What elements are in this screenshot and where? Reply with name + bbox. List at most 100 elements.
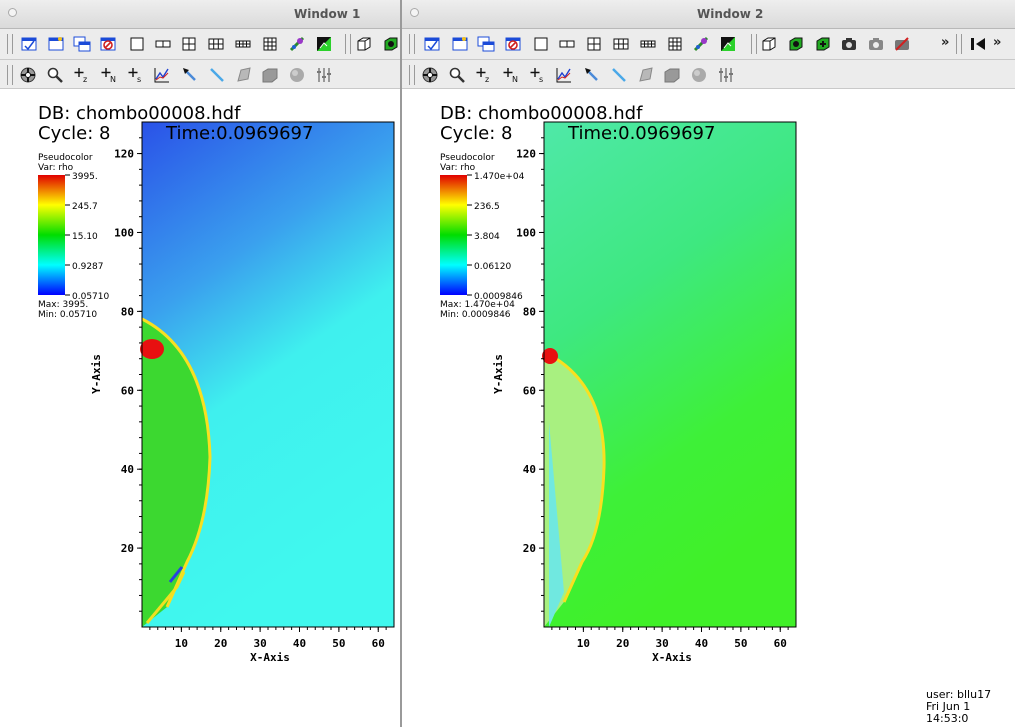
point-tool-icon[interactable] (582, 65, 602, 85)
lock-view-icon[interactable] (691, 34, 711, 54)
layout-1x2-icon[interactable] (557, 34, 577, 54)
db-label: DB: chombo00008.hdf (38, 103, 241, 124)
navigate-icon[interactable] (420, 65, 440, 85)
legend-plot-type: Pseudocolor (38, 153, 93, 163)
toolbar-grip[interactable] (751, 34, 757, 54)
box-tool-icon[interactable] (260, 65, 280, 85)
reset-view-icon[interactable] (381, 34, 400, 54)
svg-text:s: s (137, 75, 141, 84)
user-info: user: bllu17 Fri Jun 1 14:53:0 (926, 689, 1015, 725)
zone-pick-icon[interactable]: z (474, 65, 494, 85)
more-icon[interactable]: » (941, 35, 949, 50)
node-pick-icon[interactable]: N (501, 65, 521, 85)
zoom-icon[interactable] (45, 65, 65, 85)
point-tool-icon[interactable] (180, 65, 200, 85)
spreadsheet-pick-icon[interactable]: s (126, 65, 146, 85)
axis-restrict-icon[interactable] (314, 65, 334, 85)
plane-tool-icon[interactable] (234, 65, 254, 85)
close-icon[interactable] (8, 8, 17, 17)
layout-2x3-icon[interactable] (206, 34, 226, 54)
undo-view-icon[interactable] (839, 34, 859, 54)
zoom-icon[interactable] (447, 65, 467, 85)
line-tool-icon[interactable] (609, 65, 629, 85)
colorbar-label: 1.470e+04 (474, 172, 525, 182)
toolbar-grip[interactable] (7, 65, 13, 85)
layout-3x3-icon[interactable] (665, 34, 685, 54)
toolbar-grip[interactable] (956, 34, 962, 54)
svg-text:N: N (512, 75, 518, 84)
layout-2x2-icon[interactable] (179, 34, 199, 54)
window-1-viewport[interactable]: 10 20 30 40 50 60 20 40 60 80 100 120 X-Axis Y-Axis DB… (0, 89, 400, 727)
window-1-titlebar[interactable]: Window 1 (0, 0, 400, 29)
layout-2x4-icon[interactable] (638, 34, 658, 54)
window-2-title: Window 2 (697, 7, 764, 21)
layout-3x3-icon[interactable] (260, 34, 280, 54)
layout-1x1-icon[interactable] (127, 34, 147, 54)
spin-icon[interactable] (892, 34, 912, 54)
copy-icon[interactable] (476, 34, 496, 54)
box-3d-icon[interactable] (354, 34, 374, 54)
y-tick-label: 40 (121, 463, 134, 476)
layout-2x4-icon[interactable] (233, 34, 253, 54)
new-window-icon[interactable] (19, 34, 39, 54)
clear-icon[interactable] (46, 34, 66, 54)
clear-icon[interactable] (450, 34, 470, 54)
time-label: Time:0.0969697 (165, 123, 313, 144)
lock-view-icon[interactable] (287, 34, 307, 54)
reset-view-icon[interactable] (786, 34, 806, 54)
legend-max: Max: 3995. (38, 300, 88, 310)
lineout-icon[interactable] (554, 65, 574, 85)
legend-var: Var: rho (38, 163, 74, 173)
y-axis-label: Y-Axis (492, 354, 505, 394)
window-2-viewport[interactable]: 10 20 30 40 50 60 20 40 60 80 100 120 X-Axis Y-Axis DB… (402, 89, 1015, 727)
sphere-tool-icon[interactable] (287, 65, 307, 85)
window-2-titlebar[interactable]: Window 2 (402, 0, 1015, 29)
toolbar-grip[interactable] (409, 34, 415, 54)
axis-restrict-icon[interactable] (716, 65, 736, 85)
colorbar-label: 236.5 (474, 202, 500, 212)
toolbar-grip[interactable] (409, 65, 415, 85)
box-3d-icon[interactable] (759, 34, 779, 54)
window-2-toolbar-row1: » » (402, 29, 1015, 60)
more-icon-2[interactable]: » (993, 35, 1001, 50)
svg-text:N: N (110, 75, 116, 84)
toolbar-grip[interactable] (7, 34, 13, 54)
layout-2x2-icon[interactable] (584, 34, 604, 54)
anim-back-icon[interactable] (968, 34, 988, 54)
sphere-tool-icon[interactable] (689, 65, 709, 85)
copy-icon[interactable] (72, 34, 92, 54)
delete-window-icon[interactable] (503, 34, 523, 54)
layout-2x3-icon[interactable] (611, 34, 631, 54)
y-tick-label: 80 (523, 305, 536, 318)
invert-icon[interactable] (314, 34, 334, 54)
x-tick-label: 40 (695, 637, 708, 650)
x-tick-label: 20 (214, 637, 227, 650)
recenter-icon[interactable] (813, 34, 833, 54)
camera-icon[interactable] (866, 34, 886, 54)
y-tick-label: 20 (523, 542, 536, 555)
node-pick-icon[interactable]: N (99, 65, 119, 85)
toolbar-grip[interactable] (345, 34, 351, 54)
invert-icon[interactable] (718, 34, 738, 54)
plane-tool-icon[interactable] (636, 65, 656, 85)
lineout-icon[interactable] (152, 65, 172, 85)
svg-text:z: z (485, 75, 489, 84)
colorbar-label: 3995. (72, 172, 98, 182)
layout-1x2-icon[interactable] (153, 34, 173, 54)
svg-text:z: z (83, 75, 87, 84)
new-window-icon[interactable] (422, 34, 442, 54)
zone-pick-icon[interactable]: z (72, 65, 92, 85)
svg-text:s: s (539, 75, 543, 84)
navigate-icon[interactable] (18, 65, 38, 85)
layout-1x1-icon[interactable] (531, 34, 551, 54)
line-tool-icon[interactable] (207, 65, 227, 85)
window-1: Window 1 z Ns 10 20 30 40 50 60 20 40 60 80 100 120 X… (0, 0, 401, 727)
close-icon[interactable] (410, 8, 419, 17)
x-tick-label: 60 (774, 637, 787, 650)
y-tick-label: 120 (516, 148, 536, 161)
legend-plot-type: Pseudocolor (440, 153, 495, 163)
window-2-plot: 10 20 30 40 50 60 20 40 60 80 100 120 X-Axis Y-Axis DB… (440, 103, 797, 664)
delete-window-icon[interactable] (98, 34, 118, 54)
box-tool-icon[interactable] (662, 65, 682, 85)
spreadsheet-pick-icon[interactable]: s (528, 65, 548, 85)
